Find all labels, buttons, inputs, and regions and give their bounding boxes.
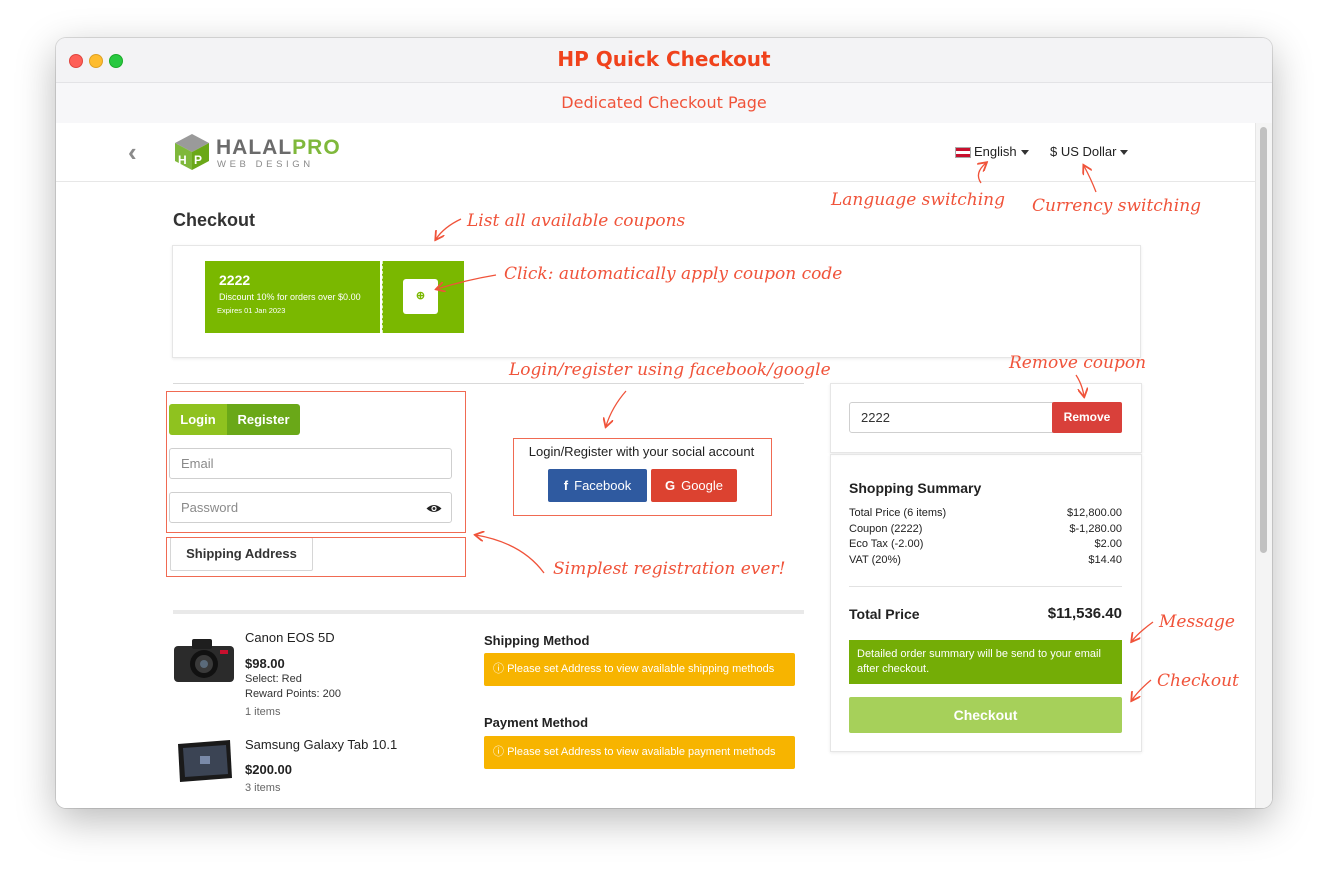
checkout-button[interactable]: Checkout xyxy=(849,697,1122,733)
shipping-method-notice: ⓘ Please set Address to view available s… xyxy=(484,653,795,686)
site-logo[interactable]: H P HALALPRO WEB DESIGN xyxy=(172,132,340,172)
total-price-value: $11,536.40 xyxy=(1047,605,1122,622)
payment-method-notice: ⓘ Please set Address to view available p… xyxy=(484,736,795,769)
product-quantity: 1 items xyxy=(245,706,281,718)
coupon-list: 2222 Discount 10% for orders over $0.00 … xyxy=(172,245,1141,358)
annotation-apply-coupon: Click: automatically apply coupon code xyxy=(504,264,843,284)
product-price: $98.00 xyxy=(245,656,285,671)
summary-row: Coupon (2222) $-1,280.00 xyxy=(849,523,1122,535)
arrow-registration xyxy=(476,535,545,574)
info-icon: ⓘ xyxy=(493,746,504,758)
browser-window: HP Quick Checkout Dedicated Checkout Pag… xyxy=(56,38,1272,808)
shopping-summary-title: Shopping Summary xyxy=(849,480,982,496)
annotation-remove-coupon: Remove coupon xyxy=(1009,353,1147,373)
title-bar: HP Quick Checkout xyxy=(56,38,1272,82)
plus-circle-icon: ⊕ xyxy=(415,290,426,302)
svg-text:P: P xyxy=(194,153,202,167)
annotation-registration: Simplest registration ever! xyxy=(553,559,786,579)
coupon-code: 2222 xyxy=(219,272,251,288)
summary-row-label: Coupon (2222) xyxy=(849,523,923,535)
payment-method-title: Payment Method xyxy=(484,715,589,730)
annotation-social: Login/register using facebook/google xyxy=(509,360,831,380)
arrow-coupons xyxy=(436,218,462,239)
tab-title: Dedicated Checkout Page xyxy=(561,93,767,112)
logo-subtitle: WEB DESIGN xyxy=(217,159,314,170)
summary-row: Eco Tax (-2.00) $2.00 xyxy=(849,538,1122,550)
section-divider xyxy=(173,383,804,384)
total-price-label: Total Price xyxy=(849,606,920,622)
product-reward-points: Reward Points: 200 xyxy=(245,688,341,700)
product-option: Select: Red xyxy=(245,673,302,685)
summary-row-value: $-1,280.00 xyxy=(1069,523,1122,535)
coupon-expiry: Expires 01 Jan 2023 xyxy=(217,306,286,315)
coupon-details: 2222 Discount 10% for orders over $0.00 … xyxy=(205,261,380,333)
coupon-apply-area: ⊕ xyxy=(382,261,464,333)
language-dropdown[interactable]: English xyxy=(955,144,1029,159)
summary-row: Total Price (6 items) $12,800.00 xyxy=(849,507,1122,519)
scrollbar-thumb[interactable] xyxy=(1260,127,1267,553)
product-quantity: 3 items xyxy=(245,782,281,794)
svg-text:H: H xyxy=(178,153,187,167)
section-divider-thick xyxy=(173,610,804,614)
coupon-code-input[interactable] xyxy=(849,402,1053,433)
annotation-currency: Currency switching xyxy=(1032,196,1202,216)
tab-bar: Dedicated Checkout Page xyxy=(56,82,1272,124)
summary-row-value: $2.00 xyxy=(1094,538,1122,550)
summary-divider xyxy=(849,586,1122,587)
summary-row-value: $14.40 xyxy=(1088,554,1122,566)
page-viewport: ‹ H P HALALPRO WEB DESIGN English $ US D… xyxy=(56,123,1272,808)
chevron-down-icon xyxy=(1120,150,1129,156)
order-summary-message: Detailed order summary will be send to y… xyxy=(849,640,1122,684)
annotation-message: Message xyxy=(1159,612,1235,632)
logo-wordmark: HALALPRO xyxy=(216,136,341,159)
arrow-social xyxy=(606,390,627,426)
total-price-row: Total Price $11,536.40 xyxy=(849,605,1122,622)
window-title: HP Quick Checkout xyxy=(557,47,771,71)
annotation-checkout: Checkout xyxy=(1157,671,1239,691)
annotation-language: Language switching xyxy=(831,190,1005,210)
annotation-highlight-social xyxy=(513,438,772,516)
info-icon: ⓘ xyxy=(493,663,504,675)
site-header: ‹ H P HALALPRO WEB DESIGN English $ US D… xyxy=(56,123,1256,182)
canon-camera-image xyxy=(174,639,234,682)
page-title: Checkout xyxy=(173,210,256,230)
coupon-card: 2222 Discount 10% for orders over $0.00 … xyxy=(205,261,464,333)
product-name[interactable]: Samsung Galaxy Tab 10.1 xyxy=(245,737,397,752)
samsung-tablet-image xyxy=(178,740,232,782)
product-price: $200.00 xyxy=(245,762,292,777)
product-name[interactable]: Canon EOS 5D xyxy=(245,630,335,645)
summary-row-label: Eco Tax (-2.00) xyxy=(849,538,924,550)
annotation-highlight-shipping xyxy=(166,537,466,577)
remove-coupon-button[interactable]: Remove xyxy=(1052,402,1122,433)
payment-notice-text: Please set Address to view available pay… xyxy=(507,746,776,758)
apply-coupon-button[interactable]: ⊕ xyxy=(403,279,438,314)
summary-row-label: Total Price (6 items) xyxy=(849,507,947,519)
vertical-scrollbar[interactable] xyxy=(1255,123,1272,808)
chevron-down-icon xyxy=(1020,150,1029,156)
back-arrow-icon[interactable]: ‹ xyxy=(128,137,137,168)
summary-row-value: $12,800.00 xyxy=(1066,507,1122,519)
currency-dropdown[interactable]: $ US Dollar xyxy=(1050,144,1129,159)
shipping-notice-text: Please set Address to view available shi… xyxy=(507,663,775,675)
currency-label: $ US Dollar xyxy=(1050,144,1117,159)
logo-cube-icon: H P xyxy=(175,134,209,170)
summary-row: VAT (20%) $14.40 xyxy=(849,554,1122,566)
language-label: English xyxy=(974,144,1017,159)
uk-flag-icon xyxy=(955,147,971,159)
summary-row-label: VAT (20%) xyxy=(849,554,901,566)
coupon-description: Discount 10% for orders over $0.00 xyxy=(219,292,361,302)
annotation-highlight-auth xyxy=(166,391,466,533)
shipping-method-title: Shipping Method xyxy=(484,633,590,648)
annotation-coupons: List all available coupons xyxy=(467,211,686,231)
